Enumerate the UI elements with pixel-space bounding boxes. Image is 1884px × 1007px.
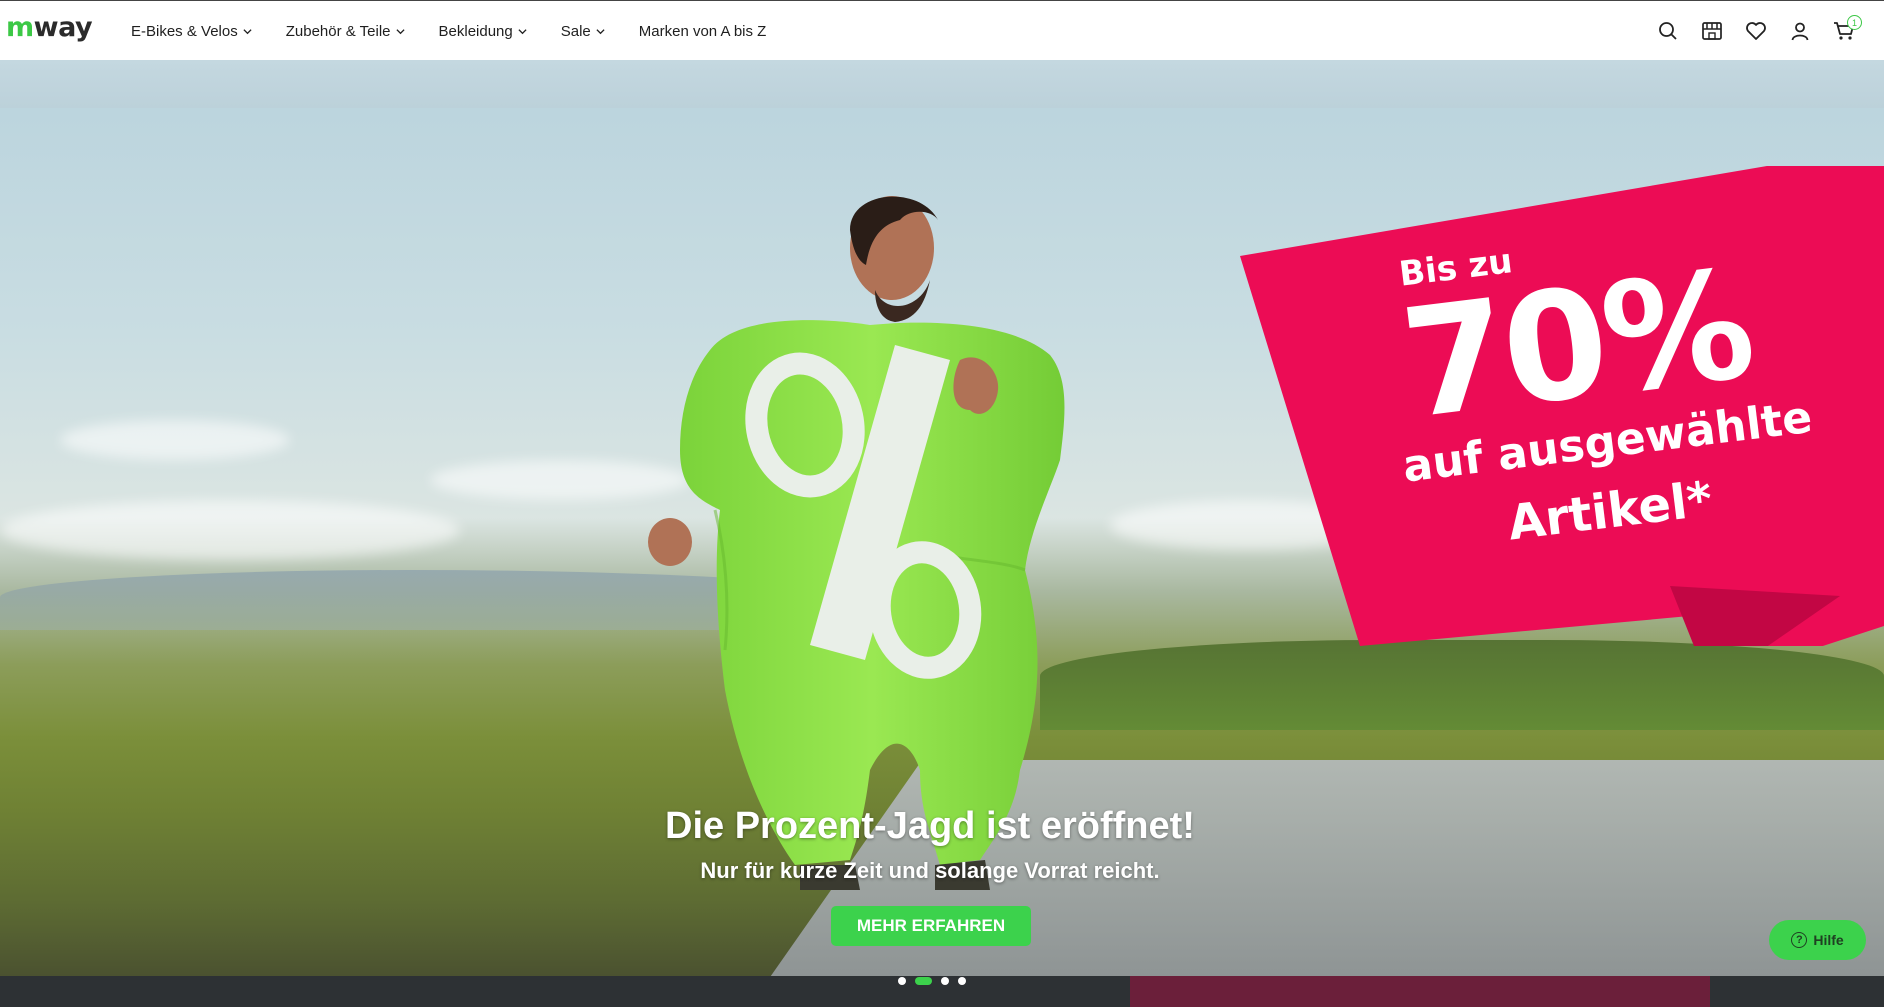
store-button[interactable] bbox=[1690, 9, 1734, 53]
chevron-down-icon bbox=[596, 28, 605, 34]
mehr-erfahren-button[interactable]: MEHR ERFAHREN bbox=[831, 906, 1031, 946]
nav-sale-label: Sale bbox=[560, 22, 591, 40]
nav-marken[interactable]: Marken von A bis Z bbox=[639, 23, 767, 40]
search-button[interactable] bbox=[1646, 9, 1690, 53]
heart-icon bbox=[1746, 22, 1766, 40]
cart-button[interactable]: 1 bbox=[1822, 9, 1866, 53]
cloud bbox=[0, 500, 460, 560]
hero-subtitle: Nur für kurze Zeit und solange Vorrat re… bbox=[700, 858, 1160, 883]
slider-dot-1[interactable] bbox=[898, 977, 906, 985]
nav-marken-label: Marken von A bis Z bbox=[638, 22, 767, 40]
cart-count-badge: 1 bbox=[1847, 15, 1862, 30]
nav-bekleidung[interactable]: Bekleidung bbox=[439, 23, 527, 40]
hero-top-strip bbox=[0, 60, 1884, 108]
mway-logo[interactable]: mway bbox=[6, 13, 93, 43]
nav-sale[interactable]: Sale bbox=[561, 23, 605, 40]
help-label: Hilfe bbox=[1813, 932, 1844, 948]
next-section-pink bbox=[1130, 976, 1710, 1007]
help-button[interactable]: ? Hilfe bbox=[1769, 920, 1866, 960]
chevron-down-icon bbox=[243, 28, 252, 34]
slider-dot-3[interactable] bbox=[941, 977, 949, 985]
slider-dots bbox=[898, 977, 975, 985]
hero-person-image bbox=[648, 196, 1065, 890]
nav-bekleidung-label: Bekleidung bbox=[438, 22, 513, 40]
chevron-down-icon bbox=[395, 28, 405, 34]
cloud bbox=[60, 420, 290, 460]
store-icon bbox=[1702, 22, 1722, 40]
search-icon bbox=[1659, 22, 1677, 40]
nav-ebikes-velos-label: E-Bikes & Velos bbox=[131, 22, 238, 40]
user-icon bbox=[1791, 22, 1809, 41]
hero-title: Die Prozent-Jagd ist eröffnet! bbox=[665, 805, 1195, 847]
background-trees bbox=[1040, 640, 1884, 730]
slider-dot-2[interactable] bbox=[915, 977, 932, 985]
chevron-down-icon bbox=[518, 28, 527, 34]
site-header: mway E-Bikes & Velos Zubehör & Teile Bek… bbox=[0, 0, 1884, 60]
account-button[interactable] bbox=[1778, 9, 1822, 53]
wishlist-button[interactable] bbox=[1734, 9, 1778, 53]
nav-ebikes-velos[interactable]: E-Bikes & Velos bbox=[131, 23, 252, 40]
header-icons: 1 bbox=[1646, 1, 1884, 61]
slider-dot-4[interactable] bbox=[958, 977, 966, 985]
main-nav: E-Bikes & Velos Zubehör & Teile Bekleidu… bbox=[131, 1, 800, 61]
nav-zubehoer-teile[interactable]: Zubehör & Teile bbox=[286, 23, 405, 40]
question-icon: ? bbox=[1791, 932, 1808, 948]
nav-zubehoer-teile-label: Zubehör & Teile bbox=[285, 22, 391, 40]
